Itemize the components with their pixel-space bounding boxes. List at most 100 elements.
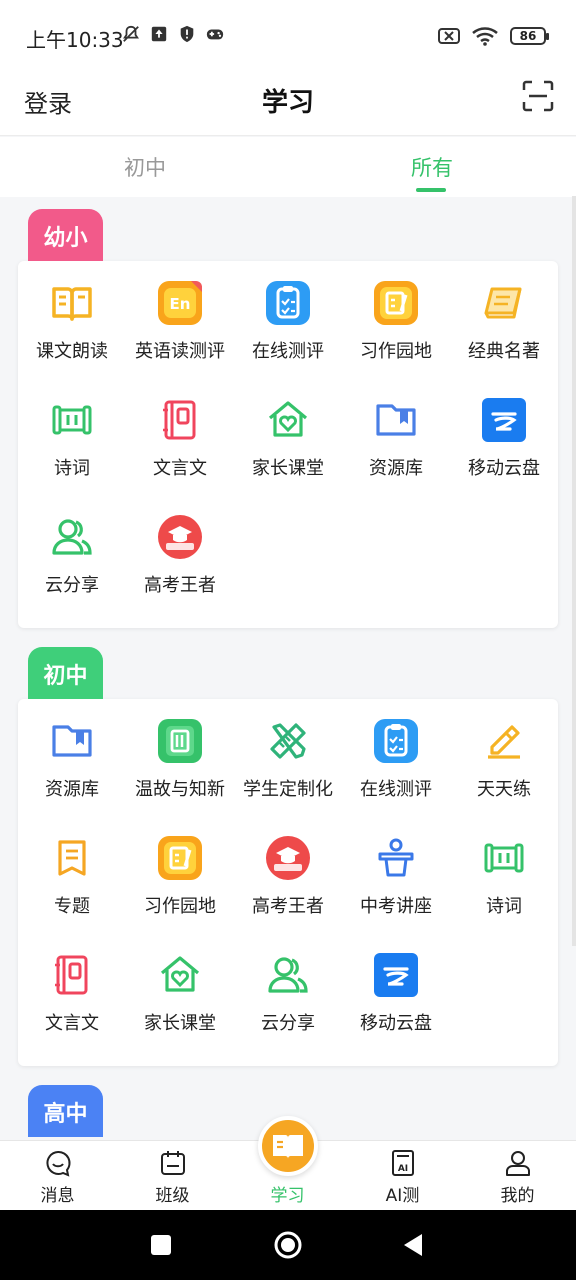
grid-item-label: 家长课堂 xyxy=(144,1013,216,1034)
nav-profile[interactable]: 我的 xyxy=(460,1141,575,1211)
grid-item-label: 学生定制化 xyxy=(243,779,333,800)
folder-bookmark-icon xyxy=(376,404,416,436)
grid-item-classics[interactable]: 经典名著 xyxy=(450,261,558,362)
upload-icon xyxy=(151,26,167,42)
notebook-icon xyxy=(55,955,88,995)
grid-item-label: 云分享 xyxy=(45,575,99,596)
grid-item-label: 温故与知新 xyxy=(135,779,225,800)
grid-item-label: 家长课堂 xyxy=(252,458,324,479)
status-right-icons: 86 xyxy=(438,26,549,46)
grid-item-label: 习作园地 xyxy=(360,341,432,362)
page-title: 学习 xyxy=(261,88,314,118)
top-nav: 登录 学习 xyxy=(0,70,576,136)
grid-item-label: 移动云盘 xyxy=(360,1013,432,1034)
open-book-icon xyxy=(52,287,92,321)
grid-item-cloud-share[interactable]: 云分享 xyxy=(234,933,342,1034)
grid-item-label: 中考讲座 xyxy=(360,896,432,917)
grid-item-classical-chinese[interactable]: 文言文 xyxy=(126,378,234,479)
grid-item-cloud-drive[interactable]: 移动云盘 xyxy=(342,933,450,1034)
green-notebook-icon xyxy=(158,719,202,763)
grid-item-label: 经典名著 xyxy=(468,341,540,362)
scan-icon[interactable] xyxy=(522,80,554,112)
svg-text:En: En xyxy=(170,295,191,313)
content-scroll[interactable]: 幼小 课文朗读 En 英语读测评 在线测评 习作园地 经典名著 诗词 文言文 家… xyxy=(0,197,576,1140)
grid-item-label: 课文朗读 xyxy=(36,341,108,362)
gamepad-icon xyxy=(206,29,224,40)
graduation-cap-icon xyxy=(158,515,202,559)
study-fab-button[interactable] xyxy=(258,1116,318,1176)
grid-item-classical-chinese[interactable]: 文言文 xyxy=(18,933,126,1034)
grid-item-online-eval[interactable]: 在线测评 xyxy=(342,699,450,800)
grid-item-parent-class[interactable]: 家长课堂 xyxy=(126,933,234,1034)
nav-ai-test[interactable]: AI AI测 xyxy=(345,1141,460,1211)
shield-alert-icon xyxy=(180,25,194,43)
grid-item-label: 云分享 xyxy=(261,1013,315,1034)
grid-item-gaokao-king[interactable]: 高考王者 xyxy=(234,816,342,917)
cloud-drive-icon xyxy=(374,953,418,997)
battery-icon: 86 xyxy=(510,27,549,45)
grid-item-poetry[interactable]: 诗词 xyxy=(450,816,558,917)
grid-item-text-reading[interactable]: 课文朗读 xyxy=(18,261,126,362)
home-heart-icon xyxy=(268,401,308,437)
grid-item-resource-library[interactable]: 资源库 xyxy=(18,699,126,800)
battery-level: 86 xyxy=(519,29,537,43)
grid-item-resource-library[interactable]: 资源库 xyxy=(342,378,450,479)
grid-item-online-eval[interactable]: 在线测评 xyxy=(234,261,342,362)
section-card: 资源库 温故与知新 学生定制化 在线测评 天天练 专题 习作园地 高考王者 中考… xyxy=(18,699,558,1066)
grid-item-zhongkao-lecture[interactable]: 中考讲座 xyxy=(342,816,450,917)
grid-item-label: 在线测评 xyxy=(252,341,324,362)
grid-item-gaokao-king[interactable]: 高考王者 xyxy=(126,495,234,596)
book-fab-icon xyxy=(273,1135,303,1159)
users-icon xyxy=(268,957,308,993)
wifi-icon xyxy=(472,27,498,46)
level-tabs: 初中 所有 xyxy=(0,137,576,197)
english-en-icon: En xyxy=(158,281,202,325)
back-triangle-icon[interactable] xyxy=(398,1230,428,1260)
podium-speaker-icon xyxy=(378,838,414,877)
status-bar: 上午10:33 86 xyxy=(0,0,576,70)
clipboard-check-icon xyxy=(374,719,418,763)
grid-item-daily-practice[interactable]: 天天练 xyxy=(450,699,558,800)
section-card: 课文朗读 En 英语读测评 在线测评 习作园地 经典名著 诗词 文言文 家长课堂… xyxy=(18,261,558,628)
grid-item-label: 诗词 xyxy=(486,896,522,917)
grid-item-topics[interactable]: 专题 xyxy=(18,816,126,917)
cloud-drive-icon xyxy=(482,398,526,442)
graduation-cap-icon xyxy=(266,836,310,880)
tab-junior[interactable]: 初中 xyxy=(124,152,166,182)
grid-item-cloud-drive[interactable]: 移动云盘 xyxy=(450,378,558,479)
users-icon xyxy=(52,519,92,555)
scroll-icon xyxy=(484,843,524,873)
nav-label: 班级 xyxy=(155,1186,190,1206)
grid-item-writing-garden[interactable]: 习作园地 xyxy=(126,816,234,917)
grid-item-review-new[interactable]: 温故与知新 xyxy=(126,699,234,800)
writing-note-icon xyxy=(158,836,202,880)
grid-item-writing-garden[interactable]: 习作园地 xyxy=(342,261,450,362)
section-badge: 高中 xyxy=(28,1085,103,1137)
grid-item-cloud-share[interactable]: 云分享 xyxy=(18,495,126,596)
home-circle-icon[interactable] xyxy=(273,1230,303,1260)
grid-item-student-custom[interactable]: 学生定制化 xyxy=(234,699,342,800)
nav-messages[interactable]: 消息 xyxy=(0,1141,115,1211)
grid-item-label: 文言文 xyxy=(153,458,207,479)
grid-item-english-eval[interactable]: En 英语读测评 xyxy=(126,261,234,362)
grid-item-parent-class[interactable]: 家长课堂 xyxy=(234,378,342,479)
sim-off-icon xyxy=(438,28,460,44)
grid-item-label: 资源库 xyxy=(369,458,423,479)
nav-class[interactable]: 班级 xyxy=(115,1141,230,1211)
nav-label: AI测 xyxy=(385,1186,420,1206)
nav-label: 学习 xyxy=(270,1186,305,1206)
recents-square-icon[interactable] xyxy=(146,1230,176,1260)
tab-active-indicator xyxy=(416,188,446,192)
tab-all[interactable]: 所有 xyxy=(411,152,453,182)
grid-item-label: 高考王者 xyxy=(144,575,216,596)
nav-label: 我的 xyxy=(500,1186,535,1206)
grid-item-label: 专题 xyxy=(54,896,90,917)
grid-item-poetry[interactable]: 诗词 xyxy=(18,378,126,479)
topic-banner-icon xyxy=(58,840,86,876)
folder-bookmark-icon xyxy=(52,725,92,757)
home-heart-icon xyxy=(160,956,200,992)
grid-item-label: 高考王者 xyxy=(252,896,324,917)
grid-item-label: 移动云盘 xyxy=(468,458,540,479)
grid-item-label: 诗词 xyxy=(54,458,90,479)
clipboard-check-icon xyxy=(266,281,310,325)
